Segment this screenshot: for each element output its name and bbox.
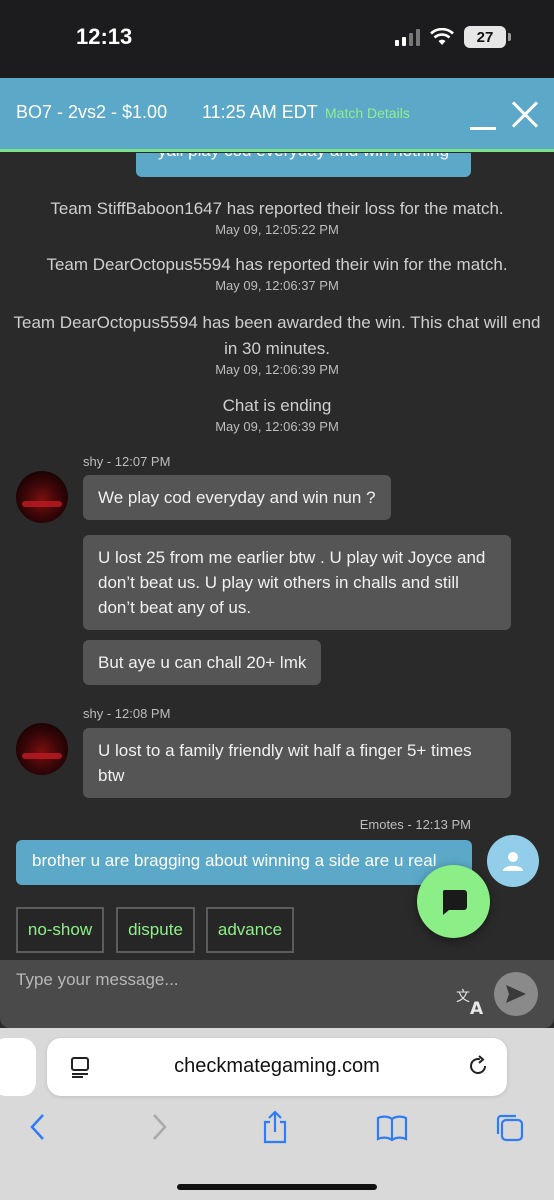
system-message-time: May 09, 12:06:37 PM	[215, 278, 339, 293]
system-message-time: May 09, 12:06:39 PM	[215, 362, 339, 377]
no-show-button[interactable]: no-show	[16, 907, 104, 953]
previous-tab[interactable]	[0, 1038, 36, 1096]
forward-icon[interactable]	[148, 1112, 170, 1142]
system-message-text: Team DearOctopus5594 has been awarded th…	[13, 313, 541, 358]
svg-text:文: 文	[456, 989, 470, 1005]
reload-icon[interactable]	[467, 1055, 489, 1077]
advance-button[interactable]: advance	[206, 907, 294, 953]
wifi-icon	[430, 28, 454, 45]
match-title: BO7 - 2vs2 - $1.00	[16, 102, 168, 122]
minimize-icon[interactable]	[470, 108, 496, 130]
match-details-link[interactable]: Match Details	[325, 105, 410, 121]
my-message-bubble: brother u are bragging about winning a s…	[16, 840, 472, 885]
system-message: Team StiffBaboon1647 has reported their …	[0, 196, 554, 238]
avatar[interactable]	[16, 723, 68, 775]
battery-icon: 27	[464, 26, 511, 48]
message-bubble: We play cod everyday and win nun ?	[83, 475, 391, 520]
system-message-time: May 09, 12:06:39 PM	[215, 419, 339, 434]
message-bubble: U lost to a family friendly wit half a f…	[83, 728, 511, 798]
send-button[interactable]	[494, 972, 538, 1016]
message-input[interactable]: Type your message...	[16, 970, 179, 990]
status-icons: 27	[395, 26, 511, 48]
browser-toolbar: checkmategaming.com	[0, 1028, 554, 1200]
user-avatar-icon[interactable]	[487, 835, 539, 887]
message-bubble: U lost 25 from me earlier btw . U play w…	[83, 535, 511, 630]
message-input-area: Type your message... 文 A	[0, 960, 554, 1028]
system-message-text: Chat is ending	[222, 396, 332, 415]
match-header: BO7 - 2vs2 - $1.00 11:25 AM EDT Match De…	[0, 78, 554, 152]
message-bubble: But aye u can chall 20+ lmk	[83, 640, 322, 685]
system-message-text: Team StiffBaboon1647 has reported their …	[50, 199, 504, 218]
my-message-bubble-partial: yall play cod everyday and win nothing	[136, 153, 471, 177]
system-message-time: May 09, 12:05:22 PM	[215, 222, 339, 237]
address-bar[interactable]: checkmategaming.com	[47, 1038, 507, 1096]
my-message-meta: Emotes - 12:13 PM	[359, 817, 471, 832]
status-time: 12:13	[76, 24, 133, 49]
system-message: Chat is ending May 09, 12:06:39 PM	[0, 393, 554, 435]
chat-toggle-button[interactable]	[417, 865, 490, 938]
url-text: checkmategaming.com	[174, 1055, 380, 1077]
system-message: Team DearOctopus5594 has been awarded th…	[0, 310, 554, 378]
back-icon[interactable]	[27, 1112, 49, 1142]
dispute-button[interactable]: dispute	[116, 907, 195, 953]
chat-messages[interactable]: yall play cod everyday and win nothing T…	[0, 153, 554, 960]
share-icon[interactable]	[260, 1110, 290, 1144]
close-icon[interactable]	[510, 100, 540, 130]
system-message-text: Team DearOctopus5594 has reported their …	[46, 255, 508, 274]
chat-bubble-icon	[442, 889, 467, 915]
translate-icon[interactable]: 文 A	[455, 986, 487, 1016]
avatar[interactable]	[16, 471, 68, 523]
status-bar: 12:13 27	[0, 0, 554, 78]
match-time: 11:25 AM EDT	[202, 102, 318, 122]
svg-text:A: A	[470, 999, 484, 1016]
cellular-signal-icon	[395, 28, 420, 46]
message-sender-meta: shy - 12:07 PM	[83, 454, 171, 469]
bookmarks-icon[interactable]	[376, 1114, 408, 1142]
send-icon	[506, 985, 526, 1003]
tabs-icon[interactable]	[494, 1112, 526, 1144]
person-icon	[503, 852, 523, 871]
system-message: Team DearOctopus5594 has reported their …	[0, 252, 554, 294]
message-sender-meta: shy - 12:08 PM	[83, 706, 171, 721]
home-indicator	[177, 1184, 377, 1190]
